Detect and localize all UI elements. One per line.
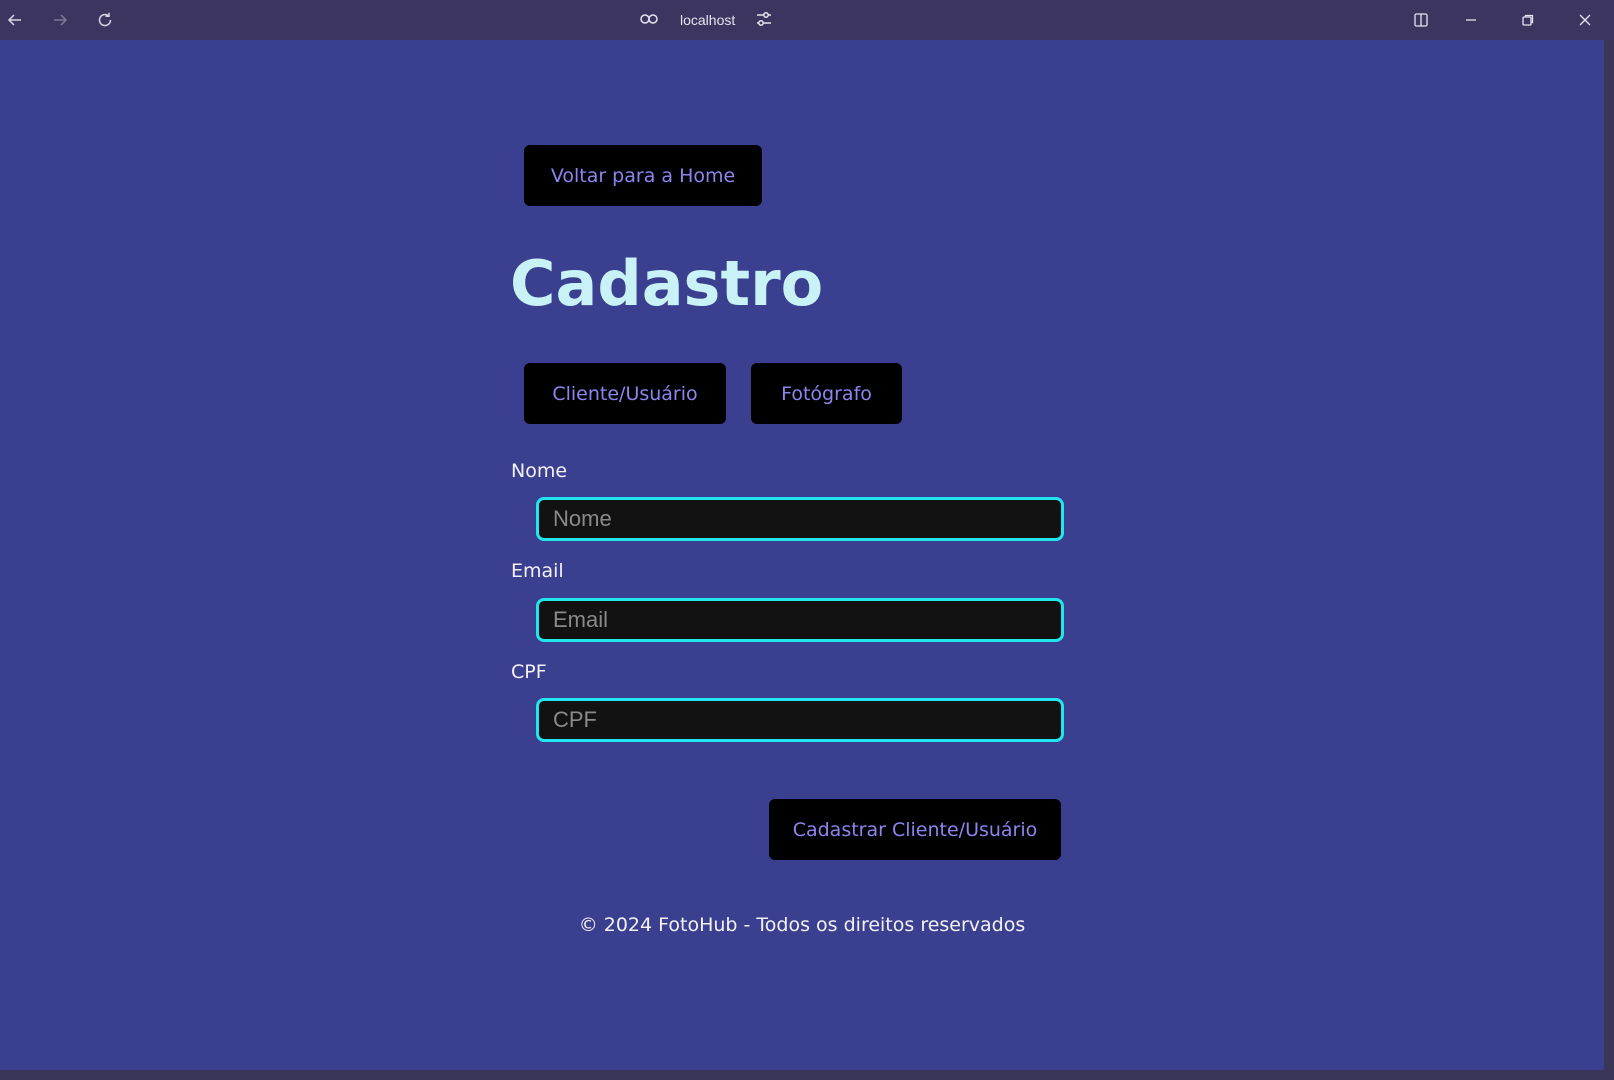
email-label: Email <box>511 560 564 582</box>
restore-icon[interactable] <box>1514 6 1542 34</box>
page-title: Cadastro <box>510 247 824 320</box>
email-input[interactable] <box>536 598 1064 642</box>
sliders-icon[interactable] <box>755 11 773 30</box>
footer-copyright: © 2024 FotoHub - Todos os direitos reser… <box>578 914 1026 936</box>
address-bar[interactable]: localhost <box>640 8 773 32</box>
window-bottom-border <box>0 1070 1614 1080</box>
reload-icon[interactable] <box>93 8 117 32</box>
tab-fotografo[interactable]: Fotógrafo <box>751 363 902 424</box>
url-text[interactable]: localhost <box>680 12 735 28</box>
tab-cliente-usuario[interactable]: Cliente/Usuário <box>524 363 726 424</box>
back-home-button[interactable]: Voltar para a Home <box>524 145 762 206</box>
cpf-label: CPF <box>511 661 547 683</box>
nome-input[interactable] <box>536 497 1064 541</box>
submit-button[interactable]: Cadastrar Cliente/Usuário <box>769 799 1061 860</box>
split-view-icon[interactable] <box>1407 6 1435 34</box>
link-icon <box>640 12 658 28</box>
close-icon[interactable] <box>1571 6 1599 34</box>
minimize-icon[interactable] <box>1457 6 1485 34</box>
browser-titlebar: localhost <box>0 0 1614 40</box>
arrow-left-icon[interactable] <box>3 8 27 32</box>
scrollbar-track[interactable] <box>1604 40 1614 1080</box>
nome-label: Nome <box>511 460 568 482</box>
arrow-right-icon[interactable] <box>48 8 72 32</box>
cpf-input[interactable] <box>536 698 1064 742</box>
